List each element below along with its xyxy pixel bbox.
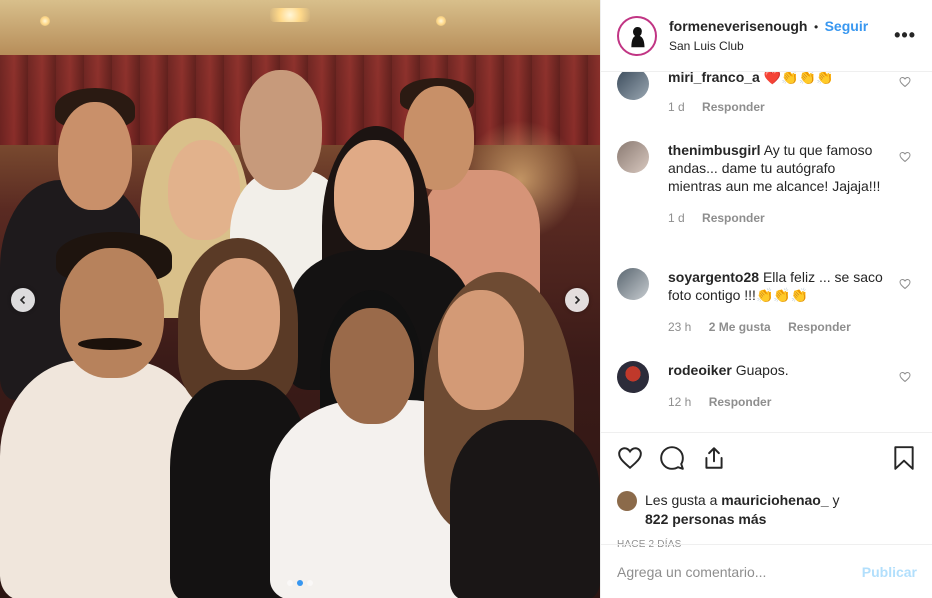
comment-time[interactable]: 1 d bbox=[668, 100, 685, 114]
more-options-button[interactable]: ••• bbox=[894, 25, 916, 46]
carousel-dot bbox=[287, 580, 293, 586]
likes-summary: Les gusta a mauriciohenao_ y 822 persona… bbox=[617, 491, 917, 529]
comment-input[interactable] bbox=[617, 563, 862, 580]
next-slide-button[interactable] bbox=[565, 288, 589, 312]
photo-light bbox=[436, 16, 446, 26]
reply-button[interactable]: Responder bbox=[788, 320, 851, 334]
comment-username[interactable]: miri_franco_a bbox=[668, 72, 760, 85]
previous-slide-button[interactable] bbox=[11, 288, 35, 312]
add-comment-bar: Publicar bbox=[601, 544, 932, 598]
commenter-avatar[interactable] bbox=[617, 72, 649, 100]
comments-list[interactable]: miri_franco_a ❤️👏👏👏 1 d Responder thenim… bbox=[601, 72, 932, 432]
comment-text: Guapos. bbox=[735, 362, 789, 378]
post-actions: Les gusta a mauriciohenao_ y 822 persona… bbox=[601, 432, 932, 550]
commenter-avatar[interactable] bbox=[617, 268, 649, 300]
likes-prefix: Les gusta a bbox=[645, 492, 718, 508]
author-username[interactable]: formeneverisenough bbox=[669, 18, 807, 34]
post-location[interactable]: San Luis Club bbox=[669, 39, 894, 53]
comment-text: ❤️👏👏👏 bbox=[763, 72, 834, 85]
heart-icon[interactable] bbox=[899, 76, 911, 88]
chevron-left-icon bbox=[19, 295, 26, 305]
comment-time[interactable]: 1 d bbox=[668, 211, 685, 225]
commenter-avatar[interactable] bbox=[617, 361, 649, 393]
carousel-dot-active bbox=[297, 580, 303, 586]
comment-item: soyargento28 Ella feliz ... se saco foto… bbox=[617, 268, 917, 338]
heart-icon[interactable] bbox=[617, 445, 643, 471]
comment-username[interactable]: rodeoiker bbox=[668, 362, 732, 378]
post-photo[interactable] bbox=[0, 0, 600, 598]
reply-button[interactable]: Responder bbox=[702, 211, 765, 225]
comment-time[interactable]: 23 h bbox=[668, 320, 691, 334]
carousel-dot bbox=[307, 580, 313, 586]
heart-icon[interactable] bbox=[899, 371, 911, 383]
liker-avatar[interactable] bbox=[617, 491, 637, 511]
comment-username[interactable]: thenimbusgirl bbox=[668, 142, 761, 158]
reply-button[interactable]: Responder bbox=[709, 395, 772, 409]
likes-conjunction: y bbox=[832, 492, 840, 508]
photo-light bbox=[40, 16, 50, 26]
silhouette-icon bbox=[631, 26, 645, 47]
comment-icon[interactable] bbox=[659, 445, 685, 471]
likes-others-link[interactable]: 822 personas más bbox=[645, 511, 766, 527]
comment-time[interactable]: 12 h bbox=[668, 395, 691, 409]
post-header: formeneverisenough • Seguir San Luis Clu… bbox=[601, 0, 932, 72]
publish-button[interactable]: Publicar bbox=[862, 564, 917, 580]
heart-icon[interactable] bbox=[899, 151, 911, 163]
reply-button[interactable]: Responder bbox=[702, 100, 765, 114]
commenter-avatar[interactable] bbox=[617, 141, 649, 173]
post-sidebar: formeneverisenough • Seguir San Luis Clu… bbox=[600, 0, 932, 598]
photo-light bbox=[270, 8, 310, 22]
author-avatar[interactable] bbox=[617, 15, 657, 56]
comment-username[interactable]: soyargento28 bbox=[668, 269, 759, 285]
comment-item: rodeoiker Guapos. 12 h Responder bbox=[617, 361, 917, 421]
share-icon[interactable] bbox=[701, 445, 727, 471]
comment-item: thenimbusgirl Ay tu que famoso andas... … bbox=[617, 141, 917, 251]
comment-likes-count[interactable]: 2 Me gusta bbox=[709, 320, 771, 334]
carousel-indicator bbox=[287, 580, 313, 586]
liker-username[interactable]: mauriciohenao_ bbox=[721, 492, 828, 508]
separator-dot: • bbox=[813, 20, 819, 34]
heart-icon[interactable] bbox=[899, 278, 911, 290]
follow-button[interactable]: Seguir bbox=[825, 18, 869, 34]
chevron-right-icon bbox=[574, 295, 581, 305]
comment-item: miri_franco_a ❤️👏👏👏 1 d Responder bbox=[617, 72, 917, 120]
bookmark-icon[interactable] bbox=[891, 445, 917, 471]
